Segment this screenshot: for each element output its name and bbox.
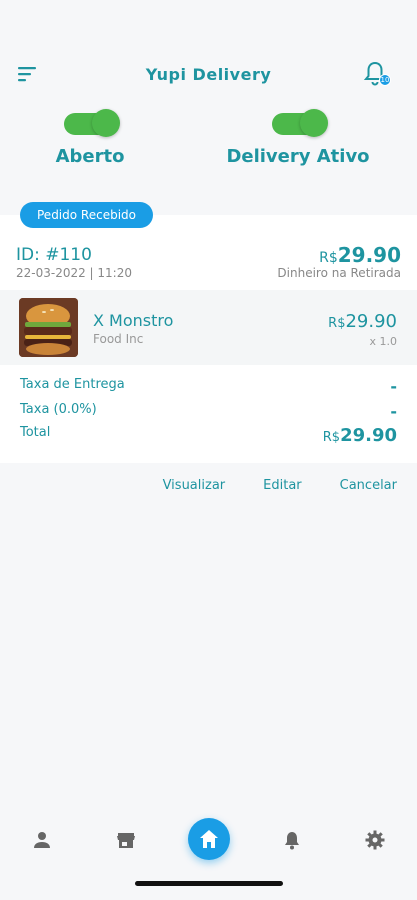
notification-badge: 10 — [379, 74, 391, 86]
order-status-badge: Pedido Recebido — [20, 202, 153, 228]
order-id: ID: #110 — [16, 245, 92, 265]
store-toggles: Aberto Delivery Ativo — [0, 108, 417, 178]
order-date: 22-03-2022 | 11:20 — [16, 266, 132, 280]
bell-icon[interactable] — [282, 830, 302, 850]
order-card[interactable]: ID: #110 22-03-2022 | 11:20 R$29.90 Dinh… — [0, 215, 417, 463]
tax-row: Taxa (0.0%) - — [20, 402, 397, 426]
delivery-toggle-label: Delivery Ativo — [226, 146, 370, 167]
delivery-toggle-group: Delivery Ativo — [208, 108, 388, 167]
open-toggle-switch[interactable] — [64, 108, 120, 137]
order-total: R$29.90 — [319, 243, 401, 267]
settings-icon[interactable] — [365, 830, 385, 850]
delivery-fee-label: Taxa de Entrega — [20, 377, 125, 392]
payment-method: Dinheiro na Retirada — [277, 266, 401, 280]
burger-image — [19, 298, 78, 357]
status-bar — [0, 0, 417, 44]
delivery-fee-row: Taxa de Entrega - — [20, 377, 397, 401]
item-quantity: x 1.0 — [369, 335, 398, 348]
app-header: Yupi Delivery 10 — [0, 52, 417, 96]
order-actions: Visualizar Editar Cancelar — [163, 478, 397, 493]
tax-label: Taxa (0.0%) — [20, 402, 97, 417]
total-row: Total R$29.90 — [20, 425, 397, 449]
edit-button[interactable]: Editar — [263, 478, 302, 493]
home-indicator — [135, 881, 283, 886]
total-label: Total — [20, 425, 51, 440]
menu-icon[interactable] — [18, 66, 38, 82]
home-icon — [200, 830, 218, 848]
app-title: Yupi Delivery — [145, 64, 272, 84]
item-price: R$29.90 — [328, 311, 397, 332]
item-name: X Monstro — [93, 311, 174, 330]
open-toggle-group: Aberto — [0, 108, 180, 167]
order-item-row: X Monstro Food Inc R$29.90 x 1.0 — [0, 290, 417, 365]
home-button[interactable] — [188, 818, 230, 860]
delivery-toggle-switch[interactable] — [272, 108, 328, 137]
tax-value: - — [390, 402, 397, 421]
delivery-fee-value: - — [390, 377, 397, 396]
profile-icon[interactable] — [32, 830, 52, 850]
total-value: R$29.90 — [322, 425, 397, 446]
store-icon[interactable] — [116, 830, 136, 850]
open-toggle-label: Aberto — [55, 146, 125, 167]
cancel-button[interactable]: Cancelar — [340, 478, 397, 493]
bottom-navigation — [0, 800, 417, 860]
view-button[interactable]: Visualizar — [163, 478, 226, 493]
item-vendor: Food Inc — [93, 332, 144, 346]
